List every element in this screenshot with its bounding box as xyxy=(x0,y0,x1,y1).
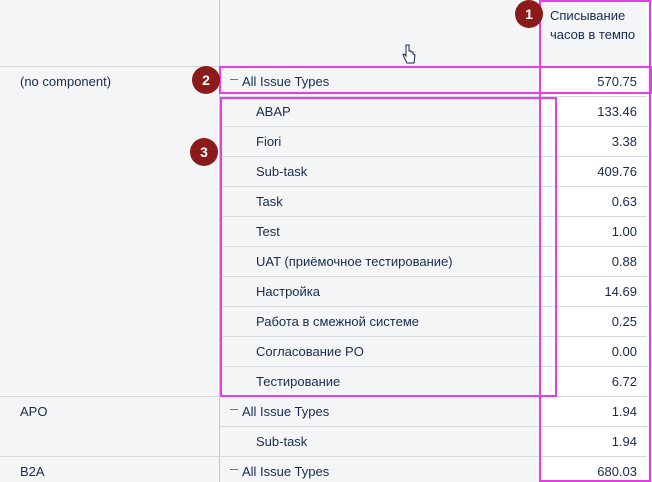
collapse-toggle-icon[interactable] xyxy=(230,469,238,470)
component-label: (no component) xyxy=(20,74,112,89)
collapse-toggle-icon[interactable] xyxy=(230,409,238,410)
component-label: B2A xyxy=(20,464,45,479)
highlight-all-issue-types xyxy=(219,66,652,94)
hand-cursor-icon xyxy=(402,44,416,64)
issue-type-label: Sub-task xyxy=(256,434,308,449)
highlight-issue-type-list xyxy=(220,97,557,397)
issue-type-group-label[interactable]: All Issue Types xyxy=(242,403,329,421)
issue-type-group-label[interactable]: All Issue Types xyxy=(242,463,329,481)
callout-badge-1: 1 xyxy=(515,0,543,28)
callout-badge-3: 3 xyxy=(190,138,218,166)
component-label: APO xyxy=(20,404,48,419)
callout-badge-2: 2 xyxy=(192,66,220,94)
